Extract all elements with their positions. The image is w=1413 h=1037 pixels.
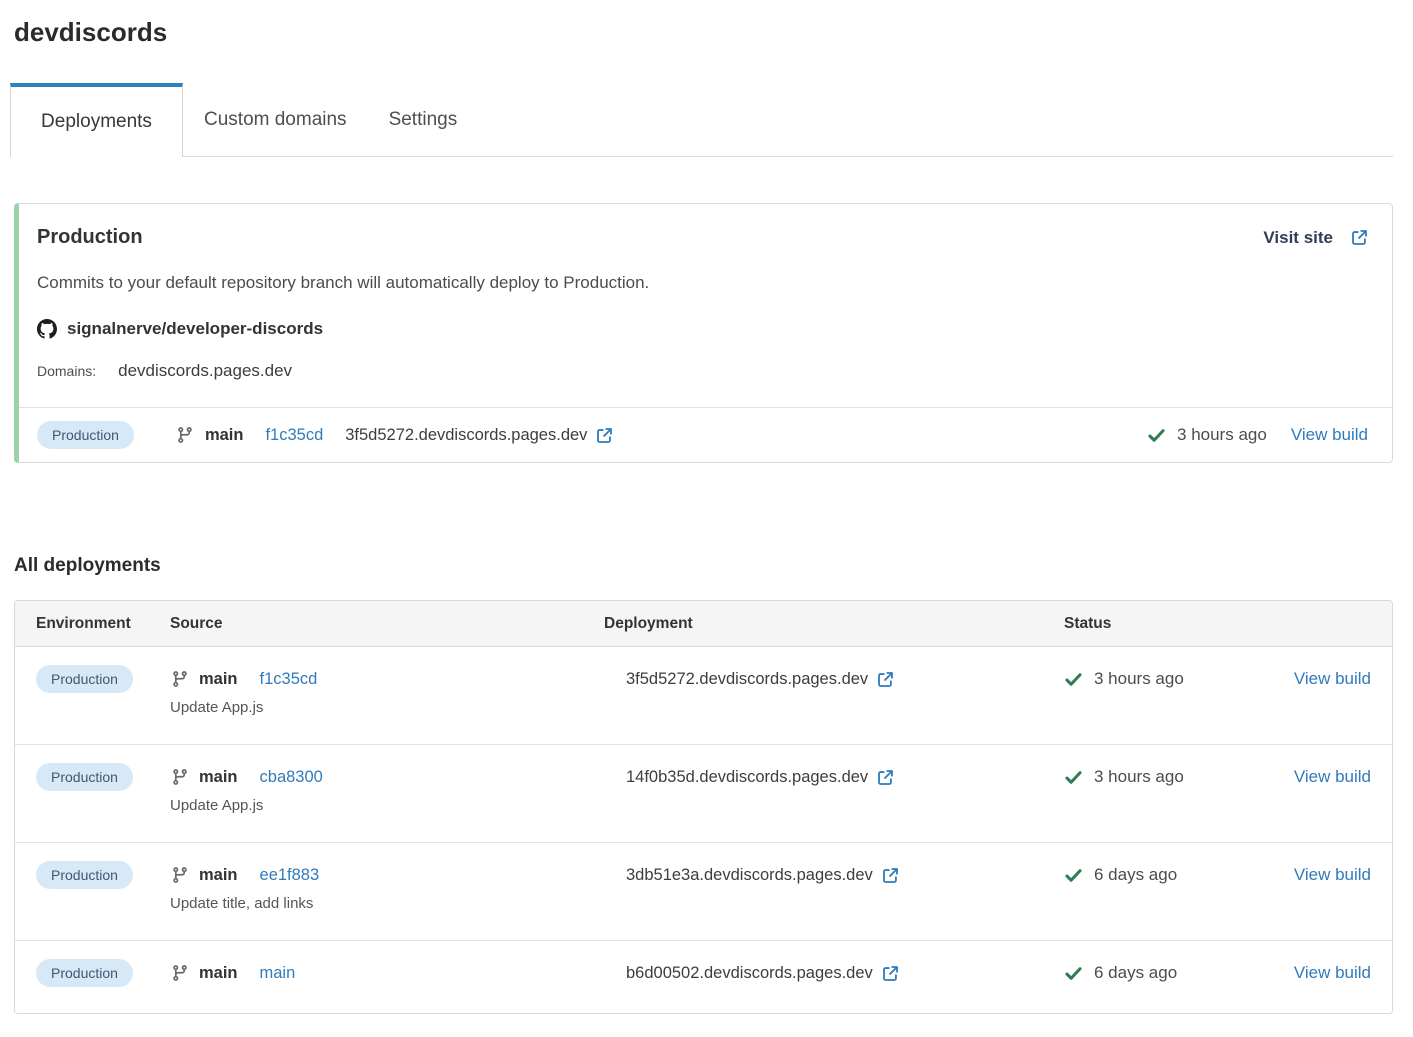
view-build-link[interactable]: View build (1294, 767, 1371, 786)
visit-site-link[interactable]: Visit site (1263, 228, 1368, 248)
external-link-icon (587, 427, 613, 444)
check-icon (1064, 964, 1083, 983)
external-link-icon (868, 769, 894, 786)
branch-icon (170, 964, 189, 982)
tab-custom-domains[interactable]: Custom domains (183, 83, 368, 156)
repo-name: signalnerve/developer-discords (67, 319, 323, 339)
branch-icon (170, 866, 189, 884)
commit-link[interactable]: main (260, 964, 296, 983)
environment-badge: Production (36, 861, 133, 889)
deployment-url: 3db51e3a.devdiscords.pages.dev (626, 866, 873, 885)
external-link-icon (873, 867, 899, 884)
branch-name: main (199, 670, 238, 689)
github-icon (37, 319, 57, 339)
branch-name: main (199, 768, 238, 787)
check-icon (1064, 670, 1083, 689)
deployment-url: 3f5d5272.devdiscords.pages.dev (345, 426, 587, 445)
branch-name: main (199, 964, 238, 983)
check-icon (1147, 426, 1166, 445)
environment-badge: Production (36, 665, 133, 693)
column-header-deployment: Deployment (604, 615, 1064, 633)
deployment-url-link[interactable]: 14f0b35d.devdiscords.pages.dev (626, 768, 894, 787)
check-icon (1064, 866, 1083, 885)
deployment-url: 3f5d5272.devdiscords.pages.dev (626, 670, 868, 689)
production-deployment-row: Production main f1c35cd 3f5d5272.devdisc… (19, 407, 1392, 462)
column-header-status: Status (1064, 615, 1279, 633)
tab-settings[interactable]: Settings (368, 83, 479, 156)
environment-badge: Production (36, 763, 133, 791)
tab-bar: Deployments Custom domains Settings (10, 83, 1393, 157)
table-body: Production main f1c35cd Update App.js 3f… (15, 646, 1392, 1013)
branch-icon (176, 426, 194, 444)
commit-link[interactable]: cba8300 (260, 768, 323, 787)
commit-message: Update App.js (170, 697, 604, 719)
view-build-link[interactable]: View build (1294, 865, 1371, 884)
commit-link[interactable]: f1c35cd (260, 670, 318, 689)
production-card-description: Commits to your default repository branc… (37, 273, 1368, 293)
deployment-url-link[interactable]: 3f5d5272.devdiscords.pages.dev (345, 426, 613, 445)
status-time: 6 days ago (1094, 865, 1177, 885)
domains-value: devdiscords.pages.dev (118, 361, 292, 381)
branch-icon (170, 670, 189, 688)
table-header-row: Environment Source Deployment Status (15, 601, 1392, 646)
column-header-source: Source (170, 615, 604, 633)
status-time: 3 hours ago (1094, 767, 1184, 787)
commit-link[interactable]: ee1f883 (260, 866, 320, 885)
table-row: Production main cba8300 Update App.js 14… (15, 744, 1392, 842)
table-row: Production main ee1f883 Update title, ad… (15, 842, 1392, 940)
all-deployments-title: All deployments (14, 553, 1393, 579)
visit-site-label: Visit site (1263, 228, 1333, 248)
deployment-url-link[interactable]: 3f5d5272.devdiscords.pages.dev (626, 670, 894, 689)
deployment-url-link[interactable]: b6d00502.devdiscords.pages.dev (626, 964, 899, 983)
table-row: Production main main b6d00502.devdiscord… (15, 940, 1392, 1013)
production-card-title: Production (37, 226, 143, 249)
tab-deployments[interactable]: Deployments (10, 83, 183, 157)
deployments-table: Environment Source Deployment Status Pro… (14, 600, 1393, 1014)
branch-name: main (199, 866, 238, 885)
environment-badge: Production (37, 421, 134, 449)
commit-message: Update title, add links (170, 893, 604, 915)
branch-icon (170, 768, 189, 786)
check-icon (1064, 768, 1083, 787)
page-title: devdiscords (14, 14, 1393, 50)
repo-link[interactable]: signalnerve/developer-discords (37, 319, 1368, 339)
table-row: Production main f1c35cd Update App.js 3f… (15, 646, 1392, 744)
production-card: Production Visit site Commits to your de… (14, 203, 1393, 463)
external-link-icon (873, 965, 899, 982)
view-build-link[interactable]: View build (1294, 963, 1371, 982)
visit-site-icon (1342, 229, 1368, 246)
commit-link[interactable]: f1c35cd (265, 426, 323, 445)
domains-label: Domains: (37, 363, 96, 379)
deployment-url: 14f0b35d.devdiscords.pages.dev (626, 768, 868, 787)
environment-badge: Production (36, 959, 133, 987)
deployment-url-link[interactable]: 3db51e3a.devdiscords.pages.dev (626, 866, 899, 885)
view-build-link[interactable]: View build (1291, 425, 1368, 445)
status-time: 3 hours ago (1094, 669, 1184, 689)
column-header-environment: Environment (15, 615, 170, 633)
branch-name: main (205, 426, 244, 445)
view-build-link[interactable]: View build (1294, 669, 1371, 688)
status-time: 6 days ago (1094, 963, 1177, 983)
deployment-url: b6d00502.devdiscords.pages.dev (626, 964, 873, 983)
pages-project-page: devdiscords Deployments Custom domains S… (0, 0, 1413, 1014)
status-time: 3 hours ago (1177, 425, 1267, 445)
external-link-icon (868, 671, 894, 688)
commit-message: Update App.js (170, 795, 604, 817)
